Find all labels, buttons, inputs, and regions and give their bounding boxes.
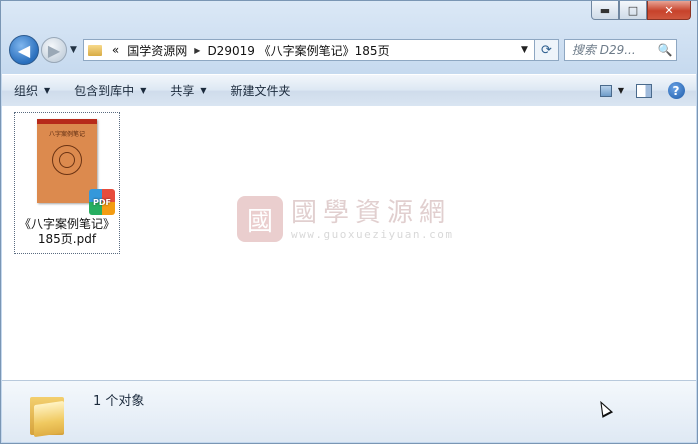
new-folder-label: 新建文件夹 bbox=[230, 84, 291, 98]
recent-pages-dropdown[interactable]: ▼ bbox=[70, 45, 77, 55]
breadcrumb-overflow[interactable]: « bbox=[108, 43, 123, 57]
watermark-name: 國學資源網 bbox=[291, 197, 452, 228]
pdf-badge-label: PDF bbox=[93, 197, 111, 207]
book-band bbox=[37, 119, 97, 124]
file-name[interactable]: 《八字案例笔记》185页.pdf bbox=[17, 217, 117, 247]
book-title: 八字案例笔记 bbox=[48, 131, 85, 138]
breadcrumb-item[interactable]: D29019 《八字案例笔记》185页 bbox=[203, 42, 393, 59]
include-in-library-button[interactable]: 包含到库中 ▼ bbox=[62, 79, 158, 103]
navigation-bar: ◀ ▶ ▼ « 国学资源网 ▶ D29019 《八字案例笔记》185页 ▼ ⟳ … bbox=[9, 34, 689, 66]
file-item[interactable]: 八字案例笔记 PDF 《八字案例笔记》185页.pdf bbox=[14, 112, 120, 254]
organize-button[interactable]: 组织 ▼ bbox=[2, 79, 62, 103]
close-button[interactable]: ✕ bbox=[647, 1, 691, 20]
watermark-url: www.guoxueziyuan.com bbox=[291, 227, 454, 241]
bagua-wheel-icon bbox=[52, 145, 82, 175]
watermark-seal-icon: 國 bbox=[237, 196, 283, 242]
folder-front bbox=[34, 400, 64, 438]
address-dropdown-icon[interactable]: ▼ bbox=[515, 45, 534, 55]
details-pane: 1 个对象 bbox=[2, 380, 696, 442]
file-list-pane[interactable]: 八字案例笔记 PDF 《八字案例笔记》185页.pdf 國 國學資源網 www.… bbox=[2, 106, 696, 380]
maximize-button[interactable]: □ bbox=[619, 1, 647, 20]
pdf-thumbnail: 八字案例笔记 PDF bbox=[37, 119, 115, 215]
help-icon: ? bbox=[667, 82, 685, 99]
folder-icon bbox=[30, 393, 64, 438]
new-folder-button[interactable]: 新建文件夹 bbox=[219, 79, 303, 103]
search-icon[interactable]: 🔍 bbox=[658, 43, 673, 57]
toolbar-right-group: ▼ ? bbox=[592, 80, 696, 102]
refresh-button[interactable]: ⟳ bbox=[534, 39, 559, 61]
caption-buttons: ▬ □ ✕ bbox=[591, 1, 691, 20]
forward-button[interactable]: ▶ bbox=[41, 37, 67, 63]
search-input[interactable] bbox=[571, 43, 656, 57]
breadcrumb-separator-icon[interactable]: ▶ bbox=[191, 46, 203, 55]
pdf-icon: PDF bbox=[89, 189, 115, 215]
chevron-down-icon: ▼ bbox=[140, 86, 147, 95]
watermark-text: 國學資源網 www.guoxueziyuan.com bbox=[291, 198, 453, 241]
breadcrumb-item[interactable]: 国学资源网 bbox=[123, 42, 191, 59]
help-button[interactable]: ? bbox=[664, 80, 688, 102]
change-view-button[interactable]: ▼ bbox=[600, 80, 624, 102]
include-in-library-label: 包含到库中 bbox=[74, 84, 135, 98]
share-button[interactable]: 共享 ▼ bbox=[158, 79, 218, 103]
search-box[interactable]: 🔍 bbox=[563, 39, 677, 61]
chevron-down-icon[interactable]: ▼ bbox=[618, 86, 624, 95]
folder-icon bbox=[87, 44, 102, 56]
preview-pane-icon bbox=[636, 83, 652, 98]
view-icon bbox=[600, 84, 612, 97]
chevron-down-icon: ▼ bbox=[200, 86, 207, 95]
minimize-button[interactable]: ▬ bbox=[591, 1, 619, 20]
share-label: 共享 bbox=[170, 84, 195, 98]
address-bar[interactable]: « 国学资源网 ▶ D29019 《八字案例笔记》185页 ▼ bbox=[82, 39, 535, 61]
preview-pane-button[interactable] bbox=[632, 80, 656, 102]
organize-label: 组织 bbox=[14, 84, 39, 98]
watermark: 國 國學資源網 www.guoxueziyuan.com bbox=[237, 196, 453, 242]
explorer-window: ▬ □ ✕ ◀ ▶ ▼ « 国学资源网 ▶ D29019 《八字案例笔记》185… bbox=[0, 0, 698, 444]
chevron-down-icon: ▼ bbox=[44, 86, 51, 95]
back-button[interactable]: ◀ bbox=[9, 35, 39, 65]
command-bar: 组织 ▼ 包含到库中 ▼ 共享 ▼ 新建文件夹 ▼ ? bbox=[2, 74, 696, 107]
item-count: 1 个对象 bbox=[93, 394, 145, 409]
